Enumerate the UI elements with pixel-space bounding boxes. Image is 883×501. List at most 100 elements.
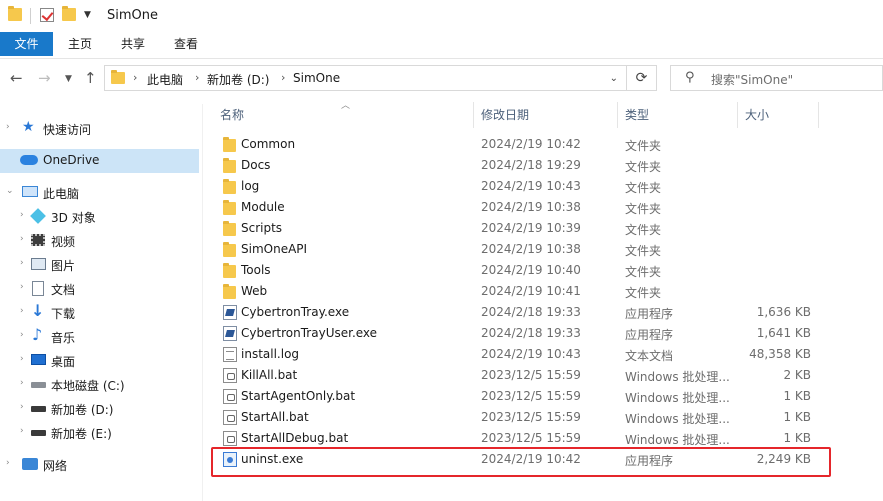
sidebar-item-videos[interactable]: › 视频 [0, 229, 199, 253]
file-row[interactable]: Docs 2024/2/18 19:29 文件夹 [217, 155, 817, 176]
column-header-size[interactable]: 大小 [745, 102, 815, 128]
sidebar-item-pictures[interactable]: › 图片 [0, 253, 199, 277]
sidebar-item-downloads[interactable]: › ↓ 下载 [0, 301, 199, 325]
file-row[interactable]: StartAll.bat 2023/12/5 15:59 Windows 批处理..… [217, 407, 817, 428]
address-bar[interactable]: › 此电脑 › 新加卷 (D:) › SimOne ⌄ [104, 65, 627, 91]
expand-chevron-icon[interactable]: › [20, 378, 24, 388]
expand-chevron-icon[interactable]: › [6, 122, 10, 132]
file-row[interactable]: Tools 2024/2/19 10:40 文件夹 [217, 260, 817, 281]
picture-icon [31, 258, 46, 270]
recent-locations-chevron-icon[interactable]: ▼ [65, 74, 72, 84]
back-arrow-icon[interactable]: ← [10, 69, 23, 87]
file-row[interactable]: Common 2024/2/19 10:42 文件夹 [217, 134, 817, 155]
sidebar-item-label: 图片 [51, 259, 76, 273]
breadcrumb-separator-icon[interactable]: › [195, 71, 199, 84]
file-type: 文件夹 [625, 202, 662, 216]
column-header-name[interactable]: 名称 [220, 102, 470, 128]
sidebar-item-drive-d[interactable]: › 新加卷 (D:) [0, 397, 199, 421]
file-row[interactable]: Scripts 2024/2/19 10:39 文件夹 [217, 218, 817, 239]
file-row[interactable]: Web 2024/2/19 10:41 文件夹 [217, 281, 817, 302]
new-folder-icon[interactable] [62, 6, 76, 21]
expand-chevron-icon[interactable]: › [20, 210, 24, 220]
breadcrumb-separator-icon[interactable]: › [133, 71, 137, 84]
sidebar-item-label: 文档 [51, 283, 76, 297]
sidebar-item-onedrive[interactable]: OneDrive [0, 149, 199, 173]
file-type: 文件夹 [625, 265, 662, 279]
folder-icon [223, 284, 236, 299]
folder-icon [223, 221, 236, 236]
file-row[interactable]: CybertronTrayUser.exe 2024/2/18 19:33 应用程序… [217, 323, 817, 344]
collapse-chevron-icon[interactable]: ⌄ [6, 186, 14, 196]
sidebar-item-3d-objects[interactable]: › 3D 对象 [0, 205, 199, 229]
column-divider[interactable] [617, 102, 618, 128]
expand-chevron-icon[interactable]: › [20, 282, 24, 292]
file-row[interactable]: Module 2024/2/19 10:38 文件夹 [217, 197, 817, 218]
sidebar-item-music[interactable]: › ♪ 音乐 [0, 325, 199, 349]
column-header-date[interactable]: 修改日期 [481, 102, 611, 128]
file-type: Windows 批处理... [625, 391, 730, 405]
file-name: Scripts [241, 221, 283, 235]
tab-home[interactable]: 主页 [58, 32, 102, 56]
file-name: StartAll.bat [241, 410, 309, 424]
file-type: Windows 批处理... [625, 370, 730, 384]
sidebar-item-this-pc[interactable]: ⌄ 此电脑 [0, 181, 199, 205]
file-row[interactable]: StartAgentOnly.bat 2023/12/5 15:59 Windows… [217, 386, 817, 407]
ribbon-tabs: 文件 主页 共享 查看 [0, 32, 883, 56]
file-row[interactable]: StartAllDebug.bat 2023/12/5 15:59 Windows … [217, 428, 817, 449]
folder-icon [223, 158, 236, 173]
expand-chevron-icon[interactable]: › [6, 458, 10, 468]
column-divider[interactable] [737, 102, 738, 128]
cube-icon [30, 208, 46, 224]
forward-arrow-icon[interactable]: → [38, 69, 51, 87]
expand-chevron-icon[interactable]: › [20, 258, 24, 268]
tab-view[interactable]: 查看 [164, 32, 208, 56]
file-name: Tools [241, 263, 271, 277]
file-modified-date: 2024/2/19 10:39 [481, 221, 581, 235]
file-size: 1,641 KB [756, 326, 811, 340]
file-size: 1 KB [783, 431, 811, 445]
expand-chevron-icon[interactable]: › [20, 402, 24, 412]
column-divider[interactable] [473, 102, 474, 128]
breadcrumb-separator-icon[interactable]: › [281, 71, 285, 84]
properties-icon[interactable] [40, 8, 54, 22]
file-name: CybertronTray.exe [241, 305, 350, 319]
batch-file-icon [223, 389, 237, 404]
breadcrumb-simone[interactable]: SimOne [293, 71, 340, 85]
column-divider[interactable] [818, 102, 819, 128]
tab-file[interactable]: 文件 [0, 32, 53, 56]
expand-chevron-icon[interactable]: › [20, 306, 24, 316]
file-row[interactable]: install.log 2024/2/19 10:43 文本文档 48,358 KB [217, 344, 817, 365]
navigation-bar: ← → ▼ ↑ › 此电脑 › 新加卷 (D:) › SimOne ⌄ ⟳ ⚲ … [0, 58, 883, 98]
sidebar-item-desktop[interactable]: › 桌面 [0, 349, 199, 373]
address-dropdown-icon[interactable]: ⌄ [610, 73, 618, 84]
file-row[interactable]: SimOneAPI 2024/2/19 10:38 文件夹 [217, 239, 817, 260]
breadcrumb-drive-d[interactable]: 新加卷 (D:) [207, 71, 269, 88]
breadcrumb-this-pc[interactable]: 此电脑 [147, 71, 183, 88]
file-row[interactable]: uninst.exe 2024/2/19 10:42 应用程序 2,249 KB [217, 449, 817, 470]
tab-share[interactable]: 共享 [111, 32, 155, 56]
sidebar-item-label: 网络 [43, 459, 68, 473]
sidebar-item-drive-c[interactable]: › 本地磁盘 (C:) [0, 373, 199, 397]
file-row[interactable]: CybertronTray.exe 2024/2/18 19:33 应用程序 1,63… [217, 302, 817, 323]
sidebar-item-documents[interactable]: › 文档 [0, 277, 199, 301]
file-name: StartAgentOnly.bat [241, 389, 356, 403]
search-input[interactable]: ⚲ 搜索"SimOne" [670, 65, 883, 91]
file-size: 2 KB [783, 368, 811, 382]
customize-quick-access-dropdown-icon[interactable]: ▼ [84, 10, 91, 20]
refresh-button[interactable]: ⟳ [627, 65, 657, 91]
file-type: 文本文档 [625, 349, 674, 363]
column-header-type[interactable]: 类型 [625, 102, 725, 128]
file-type: 应用程序 [625, 307, 674, 321]
expand-chevron-icon[interactable]: › [20, 354, 24, 364]
expand-chevron-icon[interactable]: › [20, 330, 24, 340]
file-row[interactable]: KillAll.bat 2023/12/5 15:59 Windows 批处理...… [217, 365, 817, 386]
file-size: 1 KB [783, 410, 811, 424]
sidebar-item-drive-e[interactable]: › 新加卷 (E:) [0, 421, 199, 445]
file-row[interactable]: log 2024/2/19 10:43 文件夹 [217, 176, 817, 197]
expand-chevron-icon[interactable]: › [20, 426, 24, 436]
video-icon [31, 234, 45, 246]
expand-chevron-icon[interactable]: › [20, 234, 24, 244]
sidebar-item-quick-access[interactable]: › ★ 快速访问 [0, 117, 199, 141]
sidebar-item-network[interactable]: › 网络 [0, 453, 199, 477]
up-arrow-icon[interactable]: ↑ [84, 69, 97, 87]
